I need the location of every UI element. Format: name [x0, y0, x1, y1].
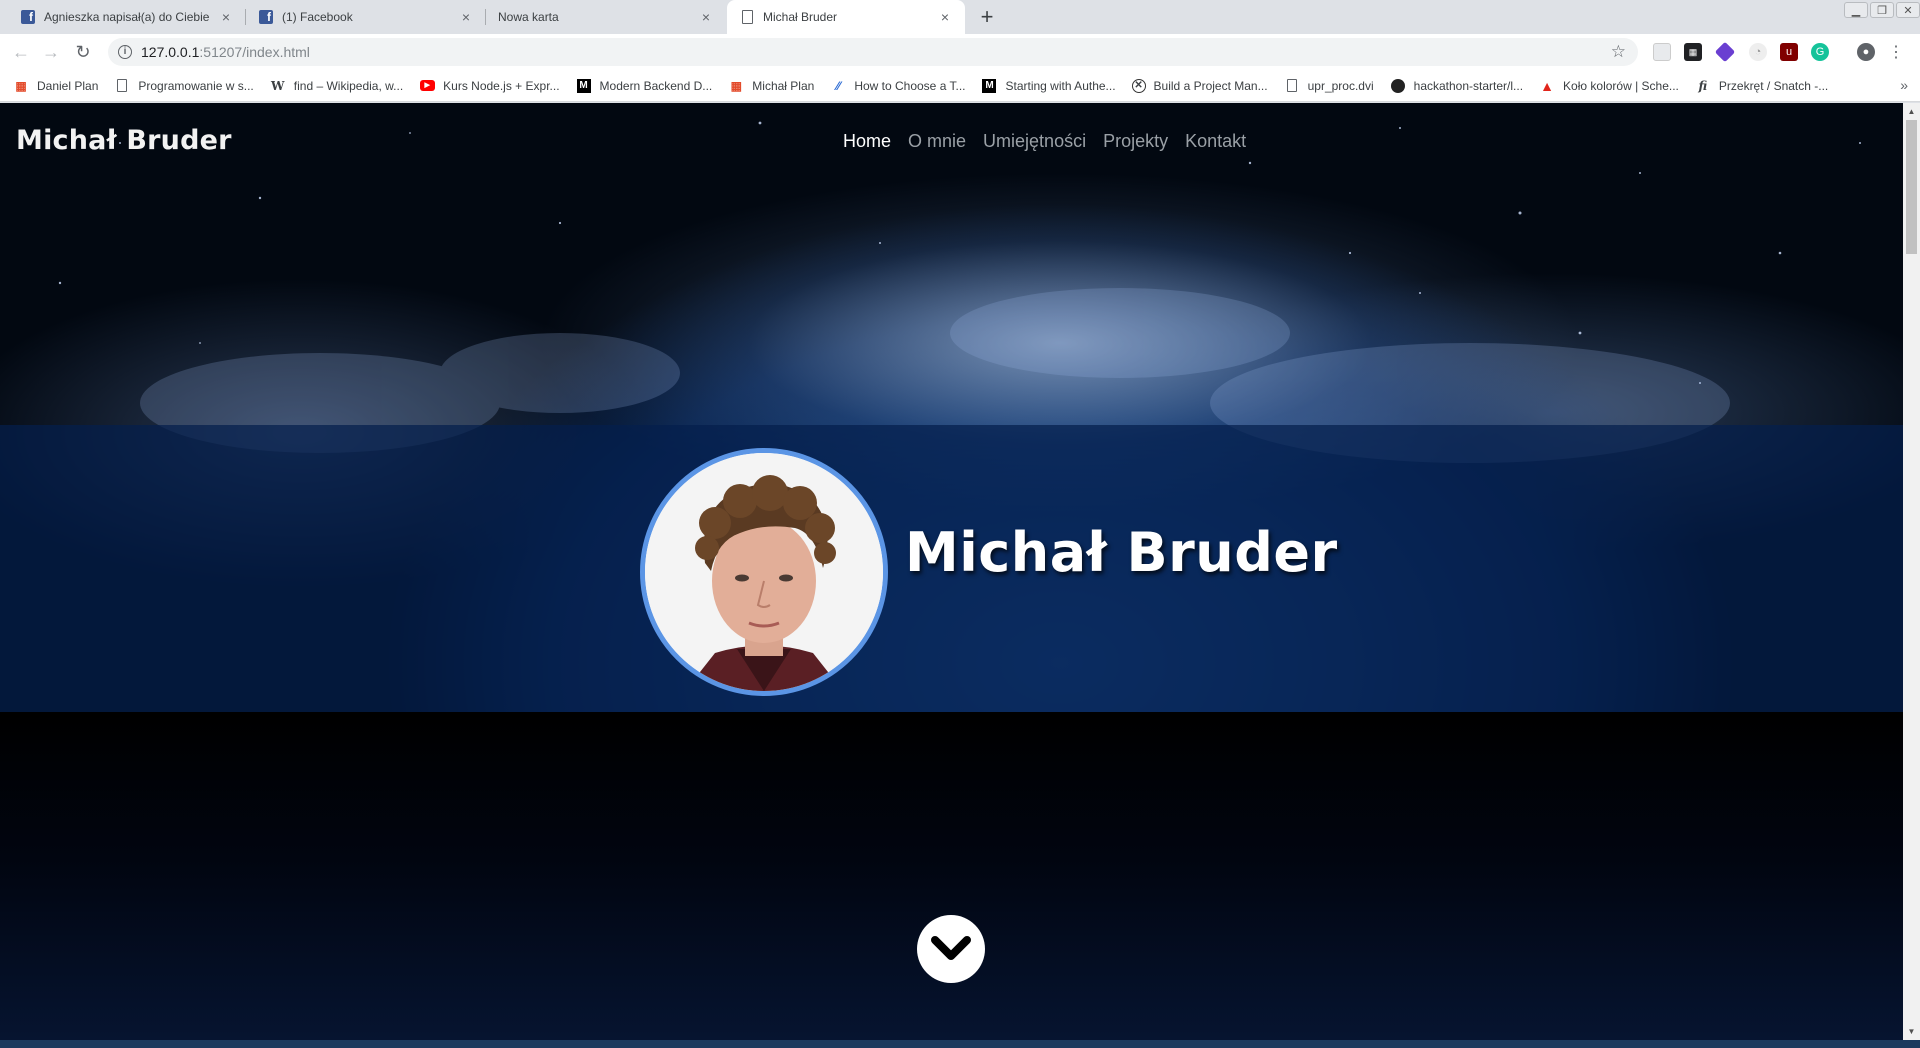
- bookmark-item[interactable]: fi Przekręt / Snatch -...: [1695, 78, 1829, 94]
- nav-home[interactable]: Home: [843, 131, 891, 152]
- bookmark-item[interactable]: M Starting with Authe...: [981, 78, 1116, 94]
- nav-o-mnie[interactable]: O mnie: [908, 131, 966, 152]
- ublock-icon[interactable]: u: [1780, 43, 1798, 61]
- bookmark-item[interactable]: ▲ Koło kolorów | Sche...: [1539, 78, 1679, 94]
- close-tab-icon[interactable]: ×: [458, 9, 474, 25]
- tab-michal-bruder[interactable]: Michał Bruder ×: [727, 0, 965, 34]
- tab-title: Nowa karta: [498, 10, 559, 24]
- chart-icon: ⁄⁄: [836, 78, 841, 93]
- chevron-down-icon: [931, 936, 971, 960]
- url-host: 127.0.0.1: [141, 44, 200, 60]
- x-circle-icon: ✕: [1131, 78, 1146, 93]
- bookmark-item[interactable]: ▦ Michał Plan: [728, 78, 815, 94]
- browser-toolbar: ← → ↻ i 127.0.0.1:51207/index.html ☆ ▦ ◔…: [0, 34, 1920, 70]
- url-path: :51207/index.html: [199, 44, 310, 60]
- close-tab-icon[interactable]: ×: [937, 9, 953, 25]
- medium-icon: M: [576, 78, 592, 94]
- bookmark-star-icon[interactable]: ☆: [1611, 42, 1626, 62]
- new-tab-button[interactable]: +: [975, 4, 999, 29]
- nav-projekty[interactable]: Projekty: [1103, 131, 1168, 152]
- facebook-icon: f: [258, 9, 274, 25]
- calendar-icon: ▦: [730, 78, 742, 93]
- wikipedia-icon: W: [271, 78, 285, 93]
- extension-cube-icon[interactable]: [1714, 41, 1736, 63]
- forward-icon[interactable]: →: [37, 38, 65, 66]
- scrollbar-thumb[interactable]: [1906, 120, 1917, 254]
- scroll-down-arrow-icon[interactable]: ▼: [1903, 1023, 1920, 1040]
- medium-icon: M: [981, 78, 997, 94]
- minimize-icon[interactable]: ▁: [1844, 2, 1868, 18]
- extension-clock-icon[interactable]: ◔: [1749, 43, 1767, 61]
- document-icon: [114, 78, 130, 94]
- grammarly-icon[interactable]: G: [1811, 43, 1829, 61]
- bookmark-item[interactable]: Wfind – Wikipedia, w...: [270, 78, 403, 94]
- facebook-icon: f: [20, 9, 36, 25]
- extension-blank-icon[interactable]: [1653, 43, 1671, 61]
- back-icon[interactable]: ←: [7, 38, 35, 66]
- bookmark-item[interactable]: M Modern Backend D...: [576, 78, 712, 94]
- tab-title: Agnieszka napisał(a) do Ciebie: [44, 10, 210, 24]
- document-icon: [1284, 78, 1300, 94]
- youtube-icon: ▶: [419, 78, 435, 94]
- menu-icon[interactable]: ⋮: [1887, 43, 1905, 61]
- site-brand[interactable]: Michał Bruder: [16, 125, 232, 156]
- nav-kontakt[interactable]: Kontakt: [1185, 131, 1246, 152]
- window-controls: ▁ ❐ ✕: [1842, 0, 1920, 18]
- nav-umiejetnosci[interactable]: Umiejętności: [983, 131, 1086, 152]
- restore-icon[interactable]: ❐: [1870, 2, 1894, 18]
- extension-grid-icon[interactable]: ▦: [1684, 43, 1702, 61]
- bookmarks-more-icon[interactable]: »: [1900, 77, 1908, 93]
- info-icon[interactable]: i: [118, 45, 132, 59]
- tab-facebook[interactable]: f (1) Facebook ×: [246, 0, 486, 34]
- avatar: [640, 448, 888, 696]
- adobe-icon: ▲: [1540, 77, 1554, 94]
- close-tab-icon[interactable]: ×: [218, 9, 234, 25]
- lower-section: [0, 712, 1903, 1040]
- bookmark-item[interactable]: hackathon-starter/l...: [1390, 78, 1523, 94]
- bookmark-item[interactable]: ▶ Kurs Node.js + Expr...: [419, 78, 560, 94]
- scroll-up-arrow-icon[interactable]: ▲: [1903, 103, 1920, 120]
- page-scrollbar[interactable]: ▲ ▼: [1903, 103, 1920, 1040]
- github-icon: [1390, 78, 1406, 94]
- bookmark-item[interactable]: upr_proc.dvi: [1284, 78, 1374, 94]
- calendar-icon: ▦: [15, 78, 27, 93]
- bookmark-item[interactable]: ⁄⁄ How to Choose a T...: [830, 78, 965, 94]
- bookmarks-bar: ▦ Daniel Plan Programowanie w s... Wfind …: [0, 70, 1920, 102]
- bookmark-item[interactable]: Programowanie w s...: [114, 78, 254, 94]
- tab-agnieszka[interactable]: f Agnieszka napisał(a) do Ciebie ×: [8, 0, 246, 34]
- scroll-down-button[interactable]: [917, 915, 985, 983]
- tab-title: (1) Facebook: [282, 10, 353, 24]
- main-nav: Home O mnie Umiejętności Projekty Kontak…: [843, 131, 1246, 152]
- tab-nowa-karta[interactable]: Nowa karta ×: [486, 0, 726, 34]
- tab-title: Michał Bruder: [763, 10, 838, 24]
- profile-photo: [645, 453, 883, 691]
- filmweb-icon: fi: [1698, 78, 1708, 93]
- close-tab-icon[interactable]: ×: [698, 9, 714, 25]
- hero-name: Michał Bruder: [905, 521, 1338, 584]
- bookmark-item[interactable]: ✕ Build a Project Man...: [1131, 78, 1268, 93]
- document-icon: [739, 9, 755, 25]
- os-taskbar: [0, 1040, 1920, 1048]
- close-window-icon[interactable]: ✕: [1896, 2, 1920, 18]
- profile-icon[interactable]: ●: [1857, 43, 1875, 61]
- bookmark-item[interactable]: ▦ Daniel Plan: [13, 78, 98, 94]
- address-bar[interactable]: i 127.0.0.1:51207/index.html ☆: [108, 38, 1638, 66]
- tab-strip: f Agnieszka napisał(a) do Ciebie × f (1)…: [0, 0, 1920, 34]
- reload-icon[interactable]: ↻: [69, 38, 97, 66]
- page-viewport: Michał Bruder Home O mnie Umiejętności P…: [0, 103, 1903, 1040]
